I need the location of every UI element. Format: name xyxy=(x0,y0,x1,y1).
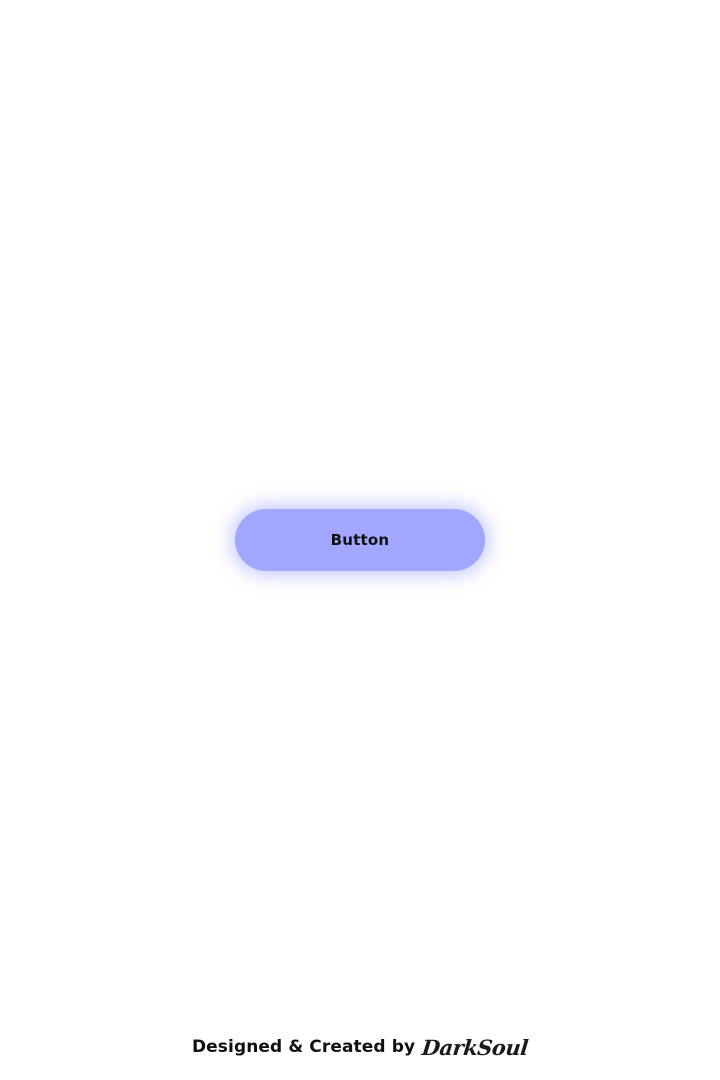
footer-credit-text: Designed & Created by xyxy=(191,1037,416,1057)
footer-credit: Designed & Created by DarkSoul xyxy=(0,1030,720,1064)
main-area: Button xyxy=(0,0,720,1080)
main-button[interactable]: Button xyxy=(235,509,485,571)
author-signature: DarkSoul xyxy=(420,1034,530,1060)
